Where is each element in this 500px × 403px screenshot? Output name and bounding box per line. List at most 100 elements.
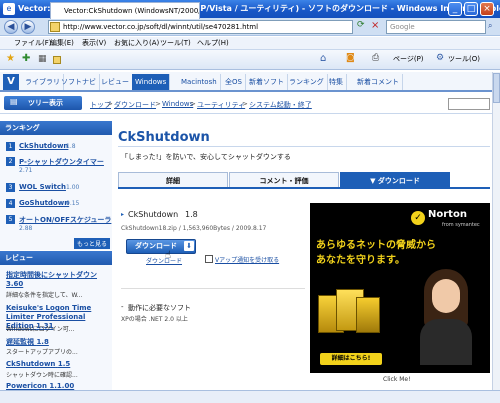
- ad-click-label[interactable]: Click Me!: [383, 376, 410, 383]
- page-menu[interactable]: ページ(P): [393, 54, 424, 64]
- breadcrumb-system[interactable]: システム起動・終了: [249, 100, 312, 110]
- menu-view[interactable]: 表示(V): [82, 38, 106, 49]
- tab-comments[interactable]: コメント・評価: [229, 172, 339, 188]
- bullet-icon: ▸: [121, 211, 125, 218]
- ad-cta-button[interactable]: 詳細はこちら!: [320, 353, 382, 365]
- tools-menu[interactable]: ツール(O): [448, 54, 480, 64]
- ranking-item-name[interactable]: オートON/OFFスケジューラ: [19, 215, 111, 225]
- menu-edit[interactable]: 編集(E): [50, 38, 74, 49]
- review-header: レビュー: [0, 251, 112, 265]
- tab-bar: [0, 50, 500, 70]
- requirements-title: 動作に必要なソフト: [128, 304, 191, 312]
- home-icon[interactable]: ⌂: [320, 53, 326, 64]
- menu-bar: [0, 37, 500, 50]
- review-item-name[interactable]: 指定時間後にシャットダウン: [6, 270, 97, 280]
- notify-label[interactable]: Vアップ通知を受け取る: [215, 255, 279, 264]
- page-subtitle: 「しまった!」を防いで、安心してシャットダウンする: [121, 153, 291, 161]
- refresh-icon[interactable]: ⟳: [357, 20, 369, 34]
- norton-ad-banner[interactable]: Norton ✓ from symantec あらゆるネットの脅威から あなたを…: [310, 203, 490, 373]
- ranking-item-name[interactable]: P-シャットダウンタイマー: [19, 157, 104, 167]
- search-input[interactable]: Google: [386, 20, 486, 34]
- nav-new-software[interactable]: 新着ソフト: [246, 74, 288, 90]
- tab-list-icon[interactable]: ▦: [38, 54, 47, 64]
- ranking-more-button[interactable]: もっと見る: [74, 238, 111, 249]
- minimize-icon[interactable]: _: [448, 2, 462, 16]
- section-divider: [121, 288, 305, 289]
- tab-details[interactable]: 詳細: [118, 172, 228, 188]
- download-arrow-icon: ⬇: [184, 241, 194, 251]
- file-info: CkShutdown18.zip / 1,563,960Bytes / 2009…: [121, 225, 267, 232]
- review-item-name[interactable]: Powericon 1.1.00: [6, 382, 74, 390]
- ranking-item-name[interactable]: WOL Switch: [19, 183, 66, 191]
- close-icon[interactable]: ×: [480, 2, 494, 16]
- favorites-star-icon[interactable]: ★: [6, 53, 15, 64]
- site-favicon-icon: [50, 22, 60, 32]
- search-icon[interactable]: ⌕: [488, 21, 492, 31]
- nav-new-comments[interactable]: 新着コメント: [354, 74, 403, 90]
- tab-download[interactable]: ▼ ダウンロード: [340, 172, 450, 188]
- nav-allos[interactable]: 全OS: [222, 74, 246, 90]
- notify-checkbox[interactable]: [205, 255, 213, 263]
- ranking-item-name[interactable]: GoShutdown: [19, 199, 69, 207]
- ranking-header: ランキング: [0, 121, 112, 135]
- norton-check-icon: ✓: [411, 211, 425, 225]
- breadcrumb-separator: >: [107, 100, 113, 108]
- stop-icon[interactable]: ×: [371, 20, 383, 34]
- menu-file[interactable]: ファイル(F): [14, 38, 52, 49]
- review-item-desc: スタートアップアプリの...: [6, 349, 78, 356]
- browser-tab-label: Vector:CkShutdown (WindowsNT/2000/XP/Vis…: [64, 7, 199, 15]
- breadcrumb-utility[interactable]: ユーティリティ: [197, 100, 245, 110]
- breadcrumb-windows[interactable]: Windows: [162, 100, 193, 108]
- maximize-icon[interactable]: □: [464, 2, 478, 16]
- ad-brand-sub: from symantec: [442, 222, 480, 228]
- print-icon[interactable]: ⎙: [372, 53, 379, 63]
- vector-logo-icon[interactable]: V: [3, 74, 19, 90]
- ranking-item-count: 1.00: [66, 184, 80, 191]
- rank-number: 4: [6, 199, 15, 208]
- download-link[interactable]: ダウンロード: [146, 256, 182, 265]
- tools-gear-icon[interactable]: ⚙: [436, 53, 444, 63]
- ranking-item-name[interactable]: CkShutdown: [19, 142, 68, 150]
- site-search-input[interactable]: [448, 98, 490, 110]
- review-item-desc: シャットダウン時に確認...: [6, 372, 78, 379]
- menu-help[interactable]: ヘルプ(H): [197, 38, 229, 49]
- ad-product-boxes-image: [318, 285, 390, 345]
- browser-tab[interactable]: Vector:CkShutdown (WindowsNT/2000/XP/Vis…: [50, 2, 200, 19]
- add-favorite-icon[interactable]: ✚: [22, 53, 30, 64]
- breadcrumb-download[interactable]: ダウンロード: [114, 100, 156, 110]
- rank-number: 2: [6, 157, 15, 166]
- scrollbar-thumb[interactable]: [493, 73, 500, 103]
- nav-review[interactable]: レビュー: [98, 74, 133, 90]
- nav-macintosh[interactable]: Macintosh: [178, 74, 221, 90]
- requirements-text: XPの場合 .NET 2.0 以上: [121, 316, 188, 323]
- rank-number: 5: [6, 215, 15, 224]
- review-item-desc: 詳細な条件を指定して、W...: [6, 292, 83, 299]
- tab-favicon-icon: [53, 56, 61, 64]
- review-item-version[interactable]: 3.60: [6, 280, 23, 288]
- menu-favorites[interactable]: お気に入り(A): [114, 38, 159, 49]
- ad-model-photo: [410, 265, 482, 365]
- ad-headline-2: あなたを守ります。: [316, 255, 405, 266]
- review-item-name[interactable]: CkShutdown 1.5: [6, 360, 70, 368]
- tab-underline: [118, 187, 490, 189]
- menu-tools[interactable]: ツール(T): [160, 38, 191, 49]
- ranking-item-count: 2.88: [19, 225, 33, 232]
- rank-number: 1: [6, 142, 15, 151]
- feeds-icon[interactable]: ◙: [346, 53, 355, 63]
- ranking-item-count: 0.15: [66, 200, 80, 207]
- breadcrumb-separator: >: [190, 100, 196, 108]
- address-input[interactable]: http://www.vector.co.jp/soft/dl/winnt/ut…: [48, 20, 353, 34]
- breadcrumb-separator: >: [242, 100, 248, 108]
- nav-windows[interactable]: Windows: [132, 74, 171, 90]
- nav-ranking[interactable]: ランキング: [286, 74, 328, 90]
- nav-softnavi[interactable]: ソフトナビ: [58, 74, 100, 90]
- nav-special[interactable]: 特集: [326, 74, 347, 90]
- vertical-scrollbar[interactable]: [492, 72, 500, 390]
- forward-arrow-icon[interactable]: ▶: [21, 20, 35, 34]
- title-divider: [118, 146, 490, 147]
- back-arrow-icon[interactable]: ◀: [4, 20, 18, 34]
- rank-number: 3: [6, 183, 15, 192]
- ad-headline-1: あらゆるネットの脅威から: [316, 240, 436, 251]
- review-item-name[interactable]: 遅延監視 1.8: [6, 337, 49, 347]
- breadcrumb-separator: >: [155, 100, 161, 108]
